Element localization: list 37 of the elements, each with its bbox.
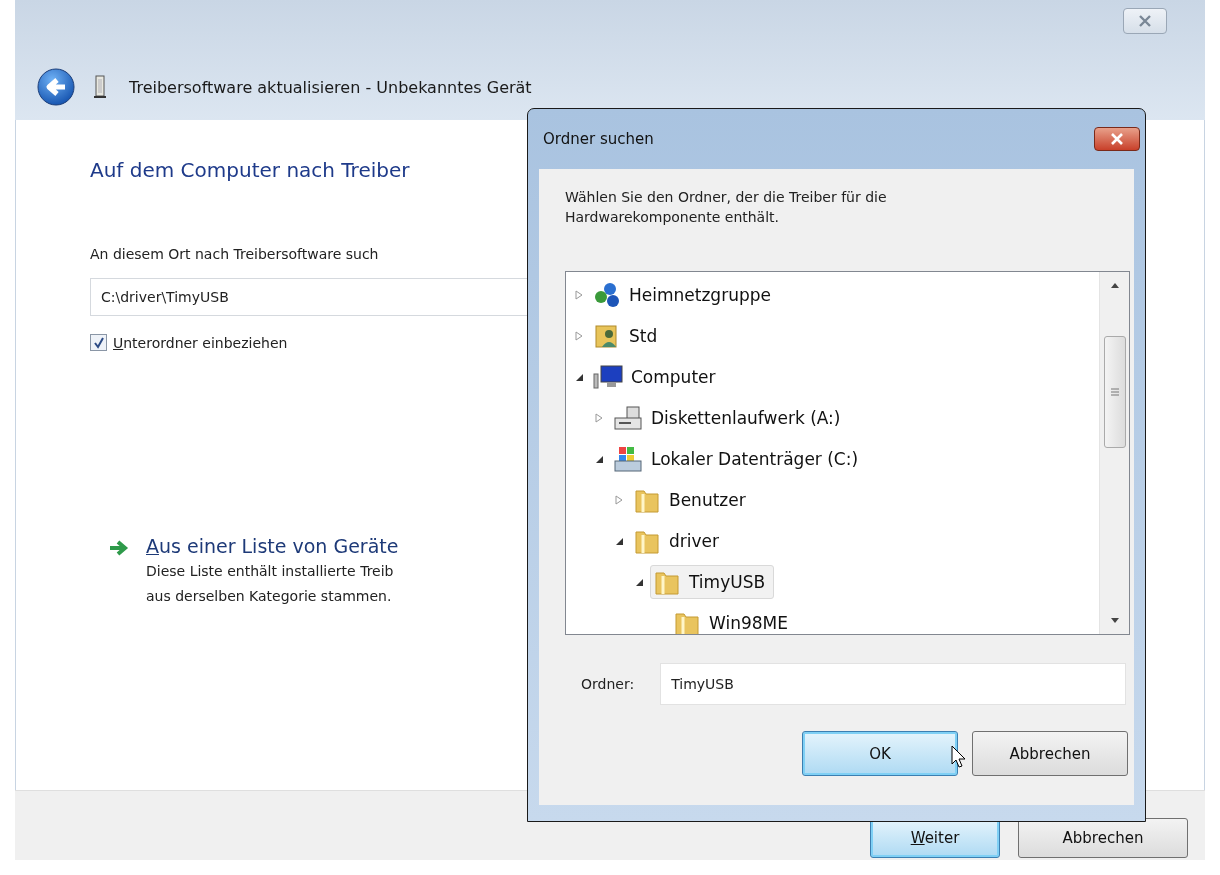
- network-icon: [593, 281, 621, 308]
- folder-field[interactable]: TimyUSB: [660, 663, 1126, 705]
- dialog-instruction: Wählen Sie den Ordner, der die Treiber für die Hardwarekomponente enthält.: [565, 188, 888, 227]
- tree-item[interactable]: Computer: [590, 360, 725, 393]
- tree-item[interactable]: Std: [590, 319, 667, 352]
- tree-item[interactable]: Lokaler Datenträger (C:): [610, 442, 868, 475]
- cancel-button[interactable]: Abbrechen: [972, 731, 1128, 776]
- window-title: Treibersoftware aktualisieren - Unbekanntes Gerät: [129, 77, 532, 97]
- close-icon: [1110, 133, 1124, 145]
- page-heading: Auf dem Computer nach Treiber: [90, 158, 411, 182]
- device-icon: [93, 75, 107, 99]
- back-button[interactable]: [37, 68, 75, 106]
- device-list-link[interactable]: Aus einer Liste von Geräte: [146, 535, 399, 557]
- scrollbar[interactable]: [1099, 272, 1129, 634]
- tree-item[interactable]: Benutzer: [630, 482, 755, 517]
- subfolders-checkbox[interactable]: [90, 334, 107, 351]
- tree-item[interactable]: Win98ME: [670, 605, 797, 634]
- scroll-up-icon[interactable]: [1109, 282, 1120, 288]
- dialog-title: Ordner suchen: [543, 130, 654, 148]
- drive-icon: [613, 445, 643, 472]
- tree-item[interactable]: driver: [630, 523, 728, 558]
- floppy-drive-icon: [613, 404, 643, 431]
- arrow-icon: [108, 539, 130, 557]
- device-list-description: Diese Liste enthält installierte Treib aus derselben Kategorie stammen.: [146, 562, 395, 606]
- mouse-cursor-icon: [951, 745, 967, 769]
- tree-item[interactable]: Heimnetzgruppe: [590, 278, 780, 311]
- computer-icon: [593, 363, 623, 390]
- subfolders-label: Unterordner einbeziehen: [113, 334, 288, 351]
- close-button[interactable]: [1094, 127, 1140, 151]
- location-label: An diesem Ort nach Treibersoftware such: [90, 246, 380, 262]
- tree-item[interactable]: TimyUSB: [650, 564, 775, 599]
- tree-item[interactable]: Diskettenlaufwerk (A:): [610, 401, 850, 434]
- grip-icon: [1109, 388, 1120, 396]
- scroll-down-icon[interactable]: [1109, 618, 1120, 624]
- close-icon: [1138, 15, 1152, 27]
- ok-button[interactable]: OK: [802, 731, 958, 776]
- folder-label: Ordner:: [581, 676, 635, 692]
